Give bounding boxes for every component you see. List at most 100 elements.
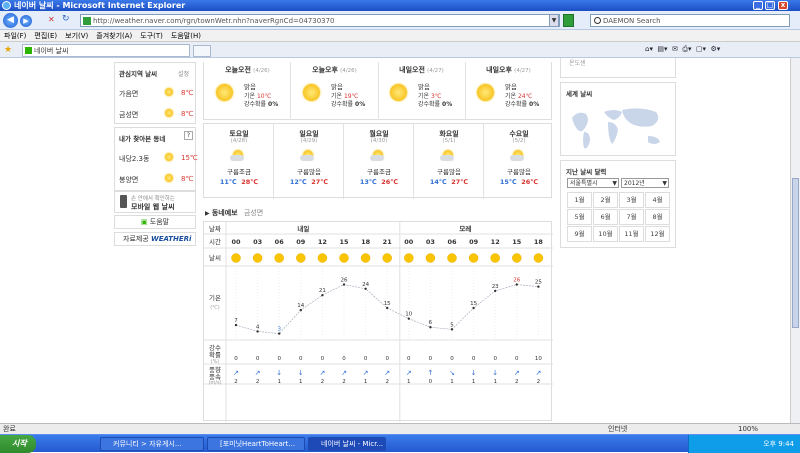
address-input[interactable]: http://weather.naver.com/rgn/townWetr.nh… xyxy=(80,14,560,27)
town-forecast-header: ▶ 동네예보 금성면 xyxy=(205,209,264,217)
month-button[interactable]: 12월 xyxy=(645,226,670,242)
menu-help[interactable]: 도움말(H) xyxy=(167,30,205,42)
month-button[interactable]: 3월 xyxy=(619,192,644,208)
month-button[interactable]: 4월 xyxy=(645,192,670,208)
zoom-level[interactable]: 100% xyxy=(738,424,758,434)
menu-tools[interactable]: 도구(T) xyxy=(136,30,167,42)
tools-menu-icon[interactable]: ⚙▾ xyxy=(711,45,721,53)
stop-icon[interactable]: ✕ xyxy=(48,15,55,24)
fav-title: 관심지역 날씨 xyxy=(119,70,158,78)
temp-point xyxy=(407,317,410,320)
weekly-desc: 구름많음 xyxy=(297,168,321,176)
minimize-button[interactable]: _ xyxy=(753,1,763,10)
forecast-rain: 강수확률 0% xyxy=(244,101,279,108)
wind-arrow-icon: ↗ xyxy=(319,369,325,377)
month-button[interactable]: 10월 xyxy=(593,226,618,242)
new-tab-button[interactable] xyxy=(193,45,211,57)
time-label: 06 xyxy=(275,238,285,246)
maximize-button[interactable]: □ xyxy=(765,1,775,10)
back-button[interactable]: ◀ xyxy=(3,13,18,28)
search-input[interactable]: DAEMON Search xyxy=(590,14,790,27)
temp-label: 26 xyxy=(513,278,520,284)
temp-point xyxy=(278,332,281,335)
task-community[interactable]: 커뮤니티 > 자유게시... xyxy=(100,437,204,451)
month-button[interactable]: 2월 xyxy=(593,192,618,208)
time-label: 15 xyxy=(339,238,349,246)
fav-item[interactable]: 금성면 8℃ xyxy=(119,109,193,120)
temp-point xyxy=(342,283,346,286)
refresh-icon[interactable]: ↻ xyxy=(62,14,70,24)
tab-row: ★ 네이버 날씨 ⌂▾ ▤▾ ✉ ⎙▾ ▢▾ ⚙▾ xyxy=(0,42,800,58)
weekly-temps: 14℃ 27℃ xyxy=(429,178,469,186)
forecast-date: (4/27) xyxy=(514,68,531,74)
print-icon[interactable]: ⎙▾ xyxy=(682,45,691,53)
month-button[interactable]: 8월 xyxy=(645,209,670,225)
nearby-item[interactable]: 봉양면 8℃ xyxy=(119,174,193,185)
close-button[interactable]: x xyxy=(778,1,788,10)
search-icon xyxy=(594,17,601,24)
home-icon[interactable]: ⌂▾ xyxy=(645,45,653,53)
fav-setting-link[interactable]: 설정 xyxy=(178,69,189,78)
vertical-scrollbar[interactable] xyxy=(790,58,800,423)
mail-icon[interactable]: ✉ xyxy=(672,45,678,53)
scrollbar-thumb[interactable] xyxy=(792,178,799,328)
go-button[interactable] xyxy=(563,14,574,27)
time-label: 00 xyxy=(404,238,414,246)
help-icon[interactable]: ? xyxy=(184,131,193,140)
sun-icon xyxy=(231,253,241,263)
temp-point xyxy=(321,294,324,297)
menu-view[interactable]: 보기(V) xyxy=(61,30,92,42)
sun-icon xyxy=(252,253,263,263)
month-button[interactable]: 6월 xyxy=(593,209,618,225)
task-naver-weather[interactable]: 네이버 날씨 - Micr... xyxy=(308,437,386,451)
town-forecast-table: 날짜 시간 날씨 기온 (℃) 강수 확률 (%) 풍향 풍속 (m/s) 내일 모레 00 0 ↗ 2 03 0 ↗… xyxy=(203,221,553,422)
fav-item[interactable]: 가음면 8℃ xyxy=(119,88,193,99)
time-label: 00 xyxy=(231,238,241,246)
help-link[interactable]: ▣ 도움말 xyxy=(114,215,196,229)
town-region: 금성면 xyxy=(243,209,264,217)
nearby-item[interactable]: 내당2.3동 15℃ xyxy=(119,153,198,164)
forecast-desc: 맑음 xyxy=(244,83,256,91)
task-4minute[interactable]: [포미닛HeartToHeart... xyxy=(207,437,305,451)
temp-label: 15 xyxy=(384,301,391,307)
favorites-star-icon[interactable]: ★ xyxy=(4,45,12,55)
wind-speed: 1 xyxy=(407,379,411,385)
world-weather-panel[interactable]: 세계 날씨 xyxy=(560,82,676,156)
feeds-icon[interactable]: ▤▾ xyxy=(657,45,667,53)
temp-label: 6 xyxy=(429,320,433,326)
wind-arrow-icon: ↗ xyxy=(514,369,520,377)
rain-value: 0 xyxy=(493,356,497,362)
sun-icon xyxy=(296,253,306,263)
menu-favorites[interactable]: 즐겨찾기(A) xyxy=(92,30,136,42)
row-label-temp: 기온 xyxy=(209,293,221,302)
sun-icon xyxy=(274,253,284,263)
two-day-forecast: 오늘오전 (4/26) 맑음 기온 10℃ 강수확률 0% 오늘오후 (4/26… xyxy=(203,62,552,120)
start-button[interactable]: 시작 xyxy=(0,435,36,453)
temp-label: 21 xyxy=(319,288,326,294)
wind-speed: 2 xyxy=(385,379,389,385)
city-select[interactable]: 서울특별시 ▼ xyxy=(567,178,619,188)
sun-icon xyxy=(165,109,173,117)
temp-label: 24 xyxy=(362,282,369,288)
forecast-label: 오늘오전 xyxy=(225,66,251,74)
wind-speed: 1 xyxy=(450,379,454,385)
month-button[interactable]: 5월 xyxy=(567,209,592,225)
year-select[interactable]: 2012년 ▼ xyxy=(621,178,669,188)
weekly-temps: 13℃ 26℃ xyxy=(359,178,399,186)
tab-naver-weather[interactable]: 네이버 날씨 xyxy=(22,44,190,57)
month-button[interactable]: 7월 xyxy=(619,209,644,225)
month-button[interactable]: 9월 xyxy=(567,226,592,242)
rain-value: 0 xyxy=(234,356,238,362)
mobile-weather-banner[interactable]: 손 안에서 확인하는 모바일 웹 날씨 xyxy=(114,191,196,213)
weekly-date: (5/1) xyxy=(442,138,456,144)
forecast-date: (4/26) xyxy=(253,68,270,74)
address-dropdown[interactable]: ▼ xyxy=(549,14,559,27)
month-button[interactable]: 1월 xyxy=(567,192,592,208)
menu-edit[interactable]: 편집(E) xyxy=(30,30,61,42)
wind-speed: 2 xyxy=(515,379,519,385)
menu-file[interactable]: 파일(F) xyxy=(0,30,30,42)
month-button[interactable]: 11월 xyxy=(619,226,644,242)
time-label: 12 xyxy=(491,238,500,246)
forward-button[interactable]: ▶ xyxy=(20,15,32,27)
page-menu-icon[interactable]: ▢▾ xyxy=(696,45,706,53)
